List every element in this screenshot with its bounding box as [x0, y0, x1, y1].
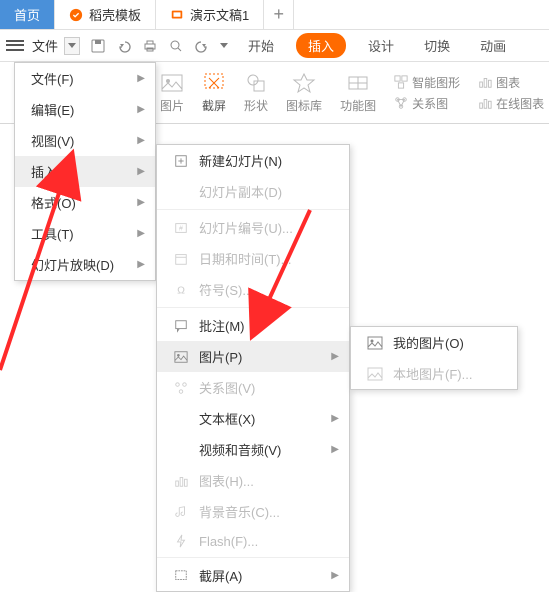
- ribbon-funcpic-label: 功能图: [340, 97, 376, 114]
- ribbon-tab-start[interactable]: 开始: [240, 32, 282, 59]
- chart-icon: [478, 75, 492, 89]
- onlinechart-icon: [478, 96, 492, 110]
- preview-icon[interactable]: [168, 38, 184, 54]
- textbox-icon: [173, 411, 189, 427]
- chevron-right-icon: ▶: [137, 259, 145, 270]
- ribbon-screenshot-label: 截屏: [202, 97, 226, 114]
- mypic-icon: [367, 335, 383, 351]
- annotation-arrow-2: [150, 200, 320, 400]
- relation-icon: [394, 96, 408, 110]
- menu2-screenshot[interactable]: 截屏(A) ▶: [157, 560, 349, 591]
- chevron-right-icon: ▶: [137, 197, 145, 208]
- tab-presentation[interactable]: 演示文稿1: [156, 0, 264, 29]
- ribbon-small-group: 智能图形 关系图: [394, 74, 460, 112]
- presentation-icon: [170, 8, 184, 22]
- chevron-right-icon: ▶: [331, 570, 339, 581]
- chevron-right-icon: ▶: [331, 413, 339, 424]
- chevron-right-icon: ▶: [137, 104, 145, 115]
- chevron-right-icon: ▶: [137, 228, 145, 239]
- menu3-localpic: 本地图片(F)...: [351, 358, 517, 389]
- screenshot-icon: [173, 568, 189, 584]
- duplicate-icon: [173, 184, 189, 200]
- ribbon-tab-insert[interactable]: 插入: [296, 33, 346, 58]
- music-icon: [173, 504, 189, 520]
- ribbon-picture-label: 图片: [160, 97, 184, 114]
- ribbon-smart[interactable]: 智能图形: [394, 74, 460, 91]
- file-dropdown-button[interactable]: [64, 37, 80, 55]
- ribbon-funcpic[interactable]: 功能图: [340, 71, 376, 114]
- menu2-bgmusic: 背景音乐(C)...: [157, 496, 349, 527]
- menu2-media[interactable]: 视频和音频(V) ▶: [157, 434, 349, 465]
- ribbon-tab-design[interactable]: 设计: [360, 32, 402, 59]
- chevron-down-icon[interactable]: [220, 43, 228, 48]
- media-icon: [173, 442, 189, 458]
- hamburger-icon[interactable]: [6, 37, 24, 55]
- save-icon[interactable]: [90, 38, 106, 54]
- ribbon-relation-label: 关系图: [412, 95, 448, 112]
- ribbon-relation[interactable]: 关系图: [394, 95, 460, 112]
- ribbon-small-group-2: 图表 在线图表: [478, 74, 544, 112]
- ribbon-chart[interactable]: 图表: [478, 74, 544, 91]
- annotation-arrow-1: [0, 120, 100, 380]
- tab-dake-label: 稻壳模板: [89, 5, 141, 24]
- smart-icon: [394, 75, 408, 89]
- dake-icon: [69, 8, 83, 22]
- quick-access-toolbar: [90, 38, 228, 54]
- ribbon-chart-label: 图表: [496, 74, 520, 91]
- iconlib-icon: [292, 71, 316, 95]
- chevron-right-icon: ▶: [137, 166, 145, 177]
- ribbon-screenshot[interactable]: 截屏: [202, 71, 226, 114]
- newslide-icon: [173, 153, 189, 169]
- chevron-right-icon: ▶: [331, 444, 339, 455]
- undo-icon[interactable]: [116, 38, 132, 54]
- print-icon[interactable]: [142, 38, 158, 54]
- tab-home-label: 首页: [14, 5, 40, 24]
- tab-presentation-label: 演示文稿1: [190, 5, 249, 24]
- ribbon-tab-anim[interactable]: 动画: [472, 32, 514, 59]
- chevron-right-icon: ▶: [331, 351, 339, 362]
- shape-icon: [244, 71, 268, 95]
- funcpic-icon: [346, 71, 370, 95]
- document-tabs: 首页 稻壳模板 演示文稿1 +: [0, 0, 549, 30]
- menu1-file[interactable]: 文件(F)▶: [15, 63, 155, 94]
- ribbon-tabs: 开始 插入 设计 切换 动画: [240, 32, 514, 59]
- ribbon-iconlib-label: 图标库: [286, 97, 322, 114]
- menu2-chart: 图表(H)...: [157, 465, 349, 496]
- chevron-right-icon: ▶: [137, 73, 145, 84]
- ribbon-shape-label: 形状: [244, 97, 268, 114]
- flash-icon: [173, 533, 189, 549]
- menu3-mypic[interactable]: 我的图片(O): [351, 327, 517, 358]
- localpic-icon: [367, 366, 383, 382]
- tab-home[interactable]: 首页: [0, 0, 55, 29]
- file-menu[interactable]: 文件: [32, 36, 58, 55]
- ribbon-picture[interactable]: 图片: [160, 71, 184, 114]
- tab-dake[interactable]: 稻壳模板: [55, 0, 156, 29]
- menu2-textbox[interactable]: 文本框(X) ▶: [157, 403, 349, 434]
- ribbon-iconlib[interactable]: 图标库: [286, 71, 322, 114]
- chevron-down-icon: [68, 43, 76, 48]
- ribbon-smart-label: 智能图形: [412, 74, 460, 91]
- separator: [157, 557, 349, 558]
- plus-icon: +: [274, 4, 285, 25]
- redo-icon[interactable]: [194, 38, 210, 54]
- menu2-newslide[interactable]: 新建幻灯片(N): [157, 145, 349, 176]
- tab-add[interactable]: +: [264, 0, 294, 29]
- screenshot-icon: [202, 71, 226, 95]
- picture-submenu: 我的图片(O) 本地图片(F)...: [350, 326, 518, 390]
- menu2-flash: Flash(F)...: [157, 527, 349, 555]
- menubar: 文件 开始 插入 设计 切换 动画: [0, 30, 549, 62]
- ribbon-onlinechart[interactable]: 在线图表: [478, 95, 544, 112]
- chart-icon: [173, 473, 189, 489]
- ribbon-tab-transition[interactable]: 切换: [416, 32, 458, 59]
- ribbon-shape[interactable]: 形状: [244, 71, 268, 114]
- chevron-right-icon: ▶: [137, 135, 145, 146]
- picture-icon: [160, 71, 184, 95]
- ribbon-onlinechart-label: 在线图表: [496, 95, 544, 112]
